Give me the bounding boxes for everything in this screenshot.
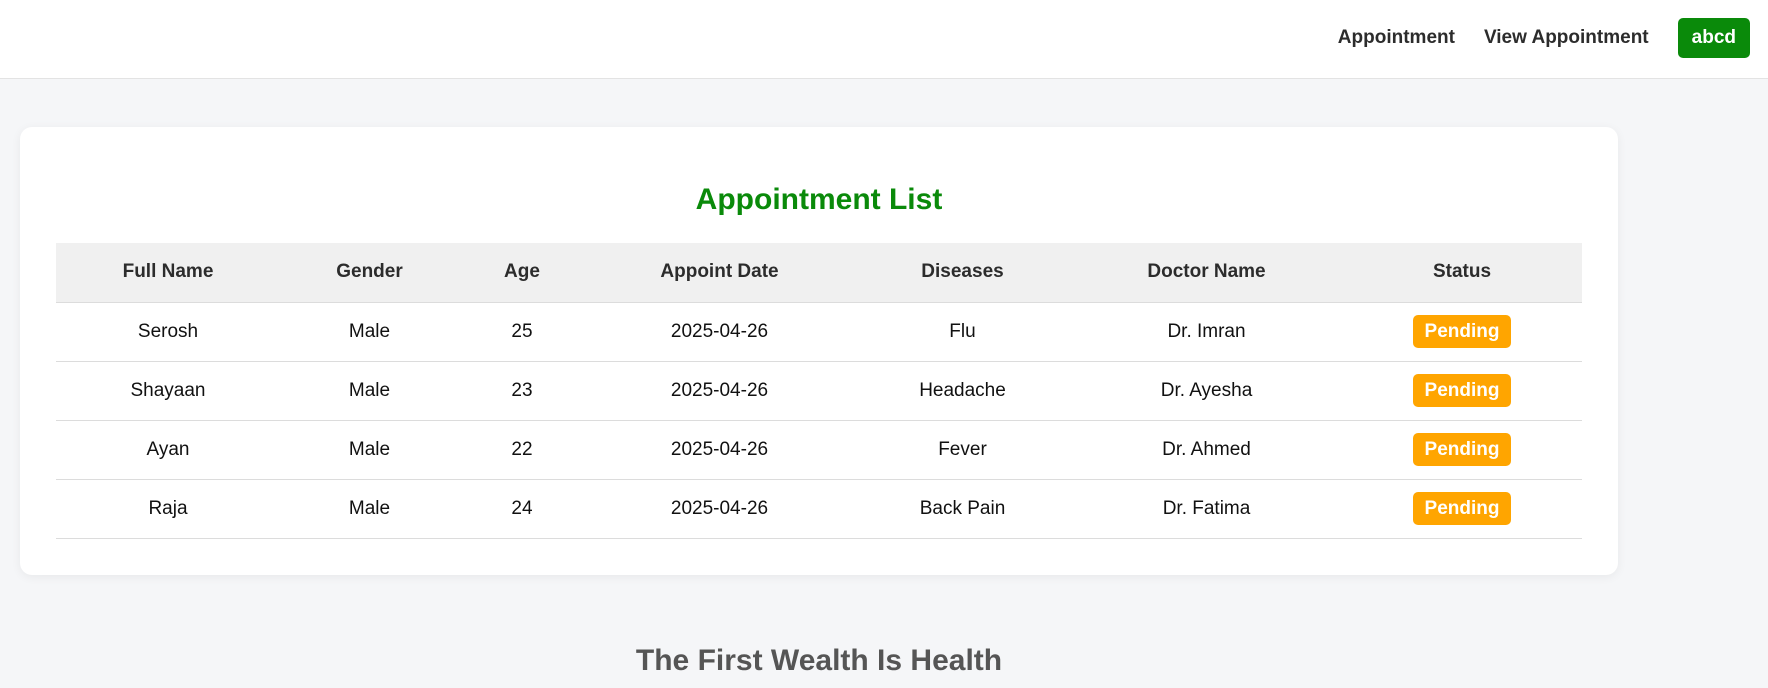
column-header-status: Status — [1342, 243, 1582, 303]
user-account-button[interactable]: abcd — [1677, 18, 1750, 58]
cell-gender: Male — [280, 420, 459, 480]
cell-diseases: Fever — [854, 420, 1071, 480]
cell-full-name: Shayaan — [56, 361, 280, 421]
cell-full-name: Serosh — [56, 302, 280, 362]
cell-appoint-date: 2025-04-26 — [585, 302, 854, 362]
cell-status: Pending — [1342, 479, 1582, 539]
appointment-table: Full Name Gender Age Appoint Date Diseas… — [56, 243, 1582, 539]
column-header-full-name: Full Name — [56, 243, 280, 303]
cell-gender: Male — [280, 361, 459, 421]
page-title: Appointment List — [695, 183, 943, 216]
cell-doctor-name: Dr. Fatima — [1071, 479, 1342, 539]
cell-diseases: Back Pain — [854, 479, 1071, 539]
table-row: Shayaan Male 23 2025-04-26 Headache Dr. … — [56, 361, 1582, 421]
cell-doctor-name: Dr. Ahmed — [1071, 420, 1342, 480]
cell-appoint-date: 2025-04-26 — [585, 361, 854, 421]
health-slogan-heading: The First Wealth Is Health — [635, 644, 1003, 677]
column-header-appoint-date: Appoint Date — [585, 243, 854, 303]
cell-doctor-name: Dr. Ayesha — [1071, 361, 1342, 421]
table-row: Serosh Male 25 2025-04-26 Flu Dr. Imran … — [56, 302, 1582, 362]
cell-appoint-date: 2025-04-26 — [585, 420, 854, 480]
nav-menu: Appointment View Appointment abcd — [1338, 18, 1750, 58]
status-badge: Pending — [1412, 374, 1512, 407]
table-row: Ayan Male 22 2025-04-26 Fever Dr. Ahmed … — [56, 420, 1582, 480]
table-row: Raja Male 24 2025-04-26 Back Pain Dr. Fa… — [56, 479, 1582, 539]
cell-diseases: Flu — [854, 302, 1071, 362]
status-badge: Pending — [1412, 492, 1512, 525]
cell-doctor-name: Dr. Imran — [1071, 302, 1342, 362]
column-header-gender: Gender — [280, 243, 459, 303]
cell-age: 25 — [459, 302, 585, 362]
cell-status: Pending — [1342, 361, 1582, 421]
top-navbar: Appointment View Appointment abcd — [0, 0, 1768, 79]
cell-gender: Male — [280, 302, 459, 362]
nav-link-appointment[interactable]: Appointment — [1338, 27, 1455, 49]
cell-status: Pending — [1342, 302, 1582, 362]
cell-status: Pending — [1342, 420, 1582, 480]
table-header-row: Full Name Gender Age Appoint Date Diseas… — [56, 243, 1582, 303]
cell-age: 23 — [459, 361, 585, 421]
cell-full-name: Raja — [56, 479, 280, 539]
cell-age: 24 — [459, 479, 585, 539]
column-header-diseases: Diseases — [854, 243, 1071, 303]
cell-age: 22 — [459, 420, 585, 480]
status-badge: Pending — [1412, 315, 1512, 348]
cell-gender: Male — [280, 479, 459, 539]
appointment-list-card: Appointment List Full Name Gender Age Ap… — [20, 127, 1618, 575]
nav-link-view-appointment[interactable]: View Appointment — [1484, 27, 1649, 49]
column-header-doctor-name: Doctor Name — [1071, 243, 1342, 303]
status-badge: Pending — [1412, 433, 1512, 466]
cell-full-name: Ayan — [56, 420, 280, 480]
column-header-age: Age — [459, 243, 585, 303]
cell-appoint-date: 2025-04-26 — [585, 479, 854, 539]
cell-diseases: Headache — [854, 361, 1071, 421]
